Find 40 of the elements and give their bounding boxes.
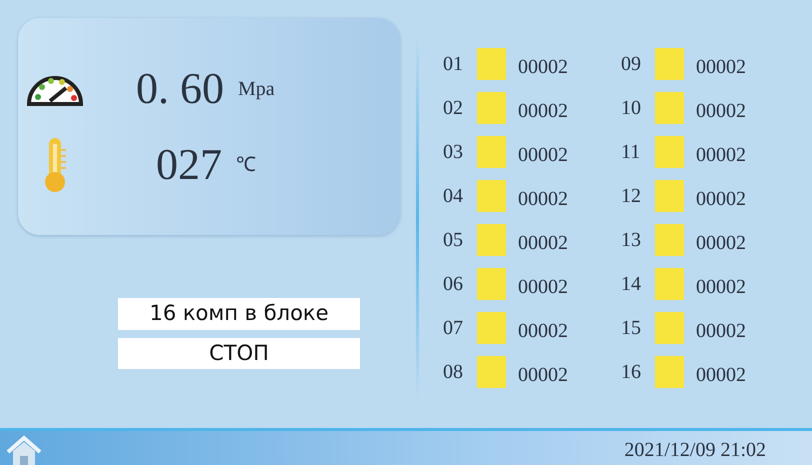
- compartment-count: 00002: [696, 363, 746, 388]
- compartment-count: 00002: [518, 363, 568, 388]
- compartment-count: 00002: [696, 231, 746, 256]
- compartment-number: 03: [443, 140, 464, 165]
- home-icon[interactable]: [6, 435, 42, 465]
- compartment-number: 15: [621, 316, 642, 341]
- compartment-count: 00002: [696, 187, 746, 212]
- compartment-count: 00002: [696, 319, 746, 344]
- compartment-count: 00002: [696, 143, 746, 168]
- datetime: 2021/12/09 21:02: [624, 438, 766, 463]
- compartment-number: 02: [443, 96, 464, 121]
- compartment-number: 07: [443, 316, 464, 341]
- compartment-count: 00002: [518, 231, 568, 256]
- unit-label: Mpa: [238, 77, 275, 102]
- compartment-count: 00002: [518, 99, 568, 124]
- compartment-number: 10: [621, 96, 642, 121]
- compartment-count: 00002: [518, 187, 568, 212]
- compartment-count: 00002: [696, 99, 746, 124]
- compartment-number: 06: [443, 272, 464, 297]
- compartment-number: 12: [621, 184, 642, 209]
- compartment-count: 00002: [518, 55, 568, 80]
- status-label: СТОП: [118, 338, 360, 369]
- compartment-number: 11: [621, 140, 642, 165]
- compartment-number: 04: [443, 184, 464, 209]
- pressure-value: 0. 60: [136, 67, 224, 111]
- compartment-number: 09: [621, 52, 642, 77]
- compartment-number: 13: [621, 228, 642, 253]
- temperature-value: 027: [156, 143, 222, 187]
- compartment-number: 08: [443, 360, 464, 385]
- compartment-count: 00002: [696, 55, 746, 80]
- compartment-count: 00002: [696, 275, 746, 300]
- unit-label: ℃: [236, 153, 256, 178]
- compartment-count: 00002: [518, 275, 568, 300]
- compartment-number: 05: [443, 228, 464, 253]
- compartment-count: 00002: [518, 143, 568, 168]
- block-label: 16 комп в блоке: [118, 298, 360, 330]
- compartment-number: 16: [621, 360, 642, 385]
- compartment-number: 14: [621, 272, 642, 297]
- compartment-number: 01: [443, 52, 464, 77]
- compartment-count: 00002: [518, 319, 568, 344]
